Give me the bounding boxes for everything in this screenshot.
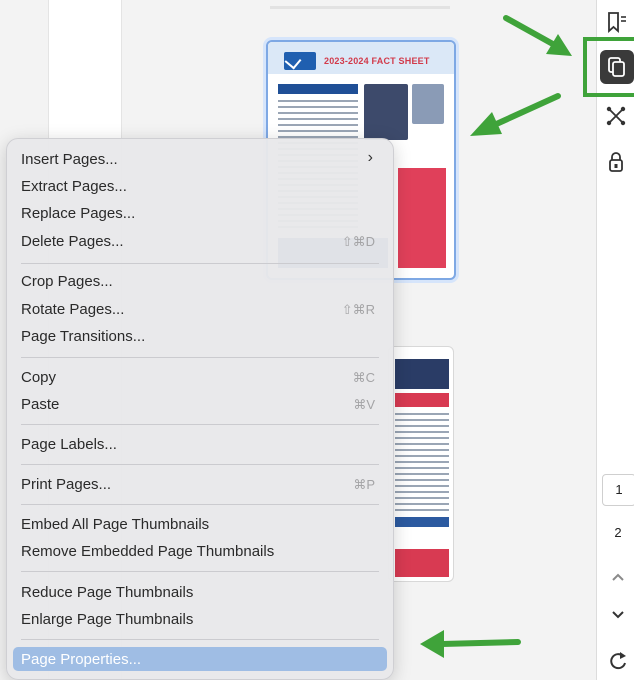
menu-separator bbox=[21, 639, 379, 640]
menu-item-rotate-pages[interactable]: Rotate Pages... ⇧⌘R bbox=[13, 297, 387, 321]
menu-item-copy[interactable]: Copy ⌘C bbox=[13, 365, 387, 389]
page-thumbnail-2[interactable] bbox=[388, 346, 454, 582]
menu-item-label: Reduce Page Thumbnails bbox=[21, 584, 194, 601]
menu-item-insert-pages[interactable]: Insert Pages... › bbox=[13, 147, 387, 171]
thumbnail-photo bbox=[364, 84, 408, 140]
thumbnail-photo bbox=[395, 359, 449, 389]
college-logo-icon bbox=[284, 52, 316, 70]
page-number-1[interactable]: 1 bbox=[602, 474, 634, 506]
menu-separator bbox=[21, 357, 379, 358]
menu-item-extract-pages[interactable]: Extract Pages... bbox=[13, 174, 387, 198]
menu-item-label: Remove Embedded Page Thumbnails bbox=[21, 543, 275, 560]
thumbnail-red-banner bbox=[395, 393, 449, 407]
menu-item-print-pages[interactable]: Print Pages... ⌘P bbox=[13, 472, 387, 496]
menu-item-shortcut: ⇧⌘R bbox=[341, 302, 375, 317]
page-number-2[interactable]: 2 bbox=[602, 518, 634, 548]
menu-separator bbox=[21, 263, 379, 264]
menu-item-label: Page Properties... bbox=[21, 651, 142, 668]
page-context-menu: Insert Pages... › Extract Pages... Repla… bbox=[6, 138, 394, 680]
menu-item-label: Print Pages... bbox=[21, 476, 112, 493]
menu-item-label: Embed All Page Thumbnails bbox=[21, 516, 210, 533]
menu-item-label: Delete Pages... bbox=[21, 233, 124, 250]
menu-separator bbox=[21, 571, 379, 572]
menu-separator bbox=[21, 464, 379, 465]
thumbnail-blue-bar bbox=[395, 517, 449, 527]
menu-item-label: Copy bbox=[21, 369, 57, 386]
menu-item-shortcut: ⌘V bbox=[353, 397, 375, 412]
annotation-arrow-icon bbox=[420, 630, 521, 658]
menu-separator bbox=[21, 424, 379, 425]
thumbnail-photo-secondary bbox=[412, 84, 444, 124]
menu-item-shortcut: ⌘P bbox=[353, 477, 375, 492]
menu-item-page-properties[interactable]: Page Properties... bbox=[13, 647, 387, 671]
previous-page-icon[interactable] bbox=[606, 566, 630, 588]
menu-item-label: Page Labels... bbox=[21, 436, 117, 453]
annotation-arrow-icon bbox=[470, 93, 561, 136]
next-page-icon[interactable] bbox=[606, 604, 630, 626]
submenu-chevron-icon: › bbox=[367, 149, 373, 166]
bookmarks-icon[interactable] bbox=[604, 10, 628, 34]
annotation-highlight-box bbox=[583, 37, 634, 97]
menu-item-label: Rotate Pages... bbox=[21, 301, 125, 318]
menu-item-enlarge-thumbnails[interactable]: Enlarge Page Thumbnails bbox=[13, 607, 387, 631]
menu-item-label: Enlarge Page Thumbnails bbox=[21, 611, 194, 628]
thumbnail-footer bbox=[395, 549, 449, 577]
menu-separator bbox=[21, 504, 379, 505]
menu-item-replace-pages[interactable]: Replace Pages... bbox=[13, 201, 387, 225]
menu-item-label: Paste bbox=[21, 396, 60, 413]
viewer-top-edge bbox=[270, 6, 450, 9]
menu-item-crop-pages[interactable]: Crop Pages... bbox=[13, 269, 387, 293]
menu-item-shortcut: ⇧⌘D bbox=[341, 234, 375, 249]
thumbnail-title: 2023-2024 FACT SHEET bbox=[324, 56, 430, 66]
menu-item-paste[interactable]: Paste ⌘V bbox=[13, 392, 387, 416]
thumbnail-banner bbox=[278, 84, 358, 94]
structure-icon[interactable] bbox=[604, 104, 628, 128]
menu-item-page-transitions[interactable]: Page Transitions... bbox=[13, 324, 387, 348]
menu-item-label: Crop Pages... bbox=[21, 273, 113, 290]
menu-item-shortcut: ⌘C bbox=[352, 370, 375, 385]
annotation-arrow-icon bbox=[503, 15, 572, 56]
thumbnail-text-block bbox=[395, 413, 449, 513]
menu-item-reduce-thumbnails[interactable]: Reduce Page Thumbnails bbox=[13, 580, 387, 604]
menu-item-embed-thumbnails[interactable]: Embed All Page Thumbnails bbox=[13, 512, 387, 536]
security-icon[interactable] bbox=[604, 150, 628, 174]
thumbnail-red-panel bbox=[398, 168, 446, 268]
menu-item-delete-pages[interactable]: Delete Pages... ⇧⌘D bbox=[13, 229, 387, 253]
rotate-icon[interactable] bbox=[606, 650, 630, 672]
menu-item-page-labels[interactable]: Page Labels... bbox=[13, 432, 387, 456]
menu-item-label: Page Transitions... bbox=[21, 328, 146, 345]
menu-item-label: Extract Pages... bbox=[21, 178, 127, 195]
menu-item-remove-thumbnails[interactable]: Remove Embedded Page Thumbnails bbox=[13, 539, 387, 563]
menu-item-label: Replace Pages... bbox=[21, 205, 136, 222]
menu-item-label: Insert Pages... bbox=[21, 151, 118, 168]
